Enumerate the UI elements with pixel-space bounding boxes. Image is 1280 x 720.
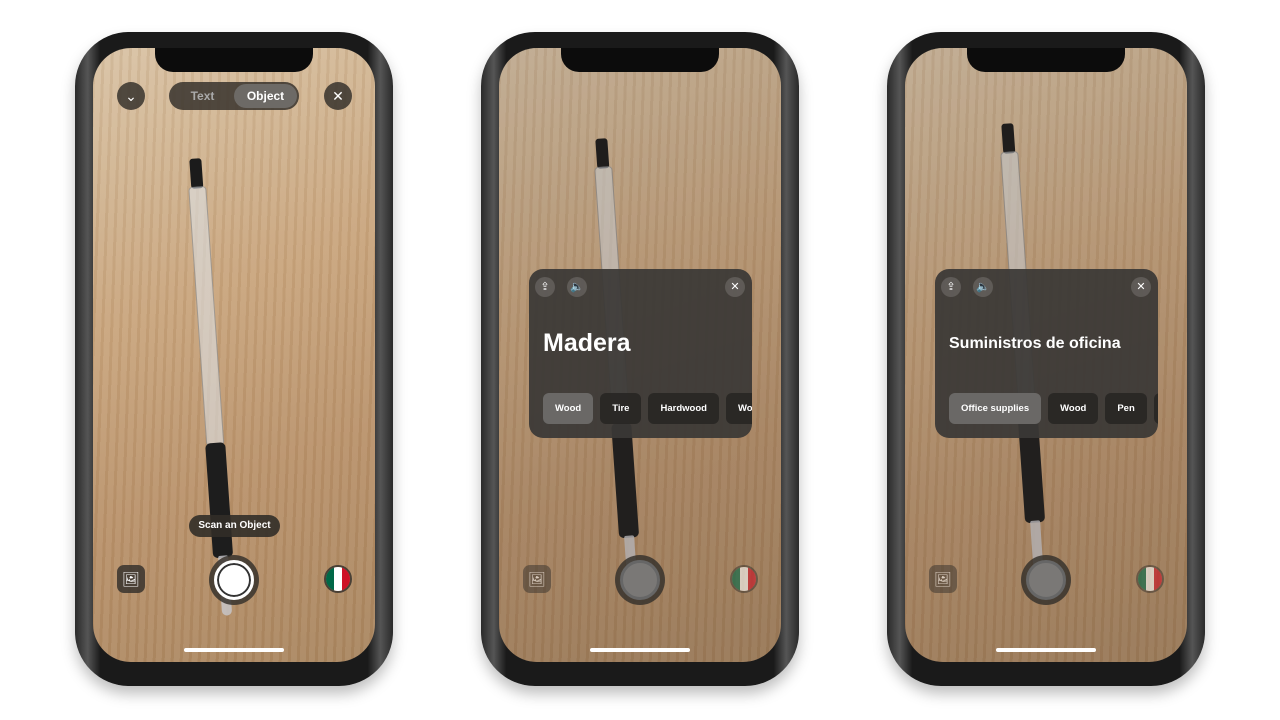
phone-1: ⌄ Text Object ✕ Scan an Object 🖼 <box>75 32 393 686</box>
mode-toggle[interactable]: Text Object <box>169 82 299 110</box>
notch <box>967 48 1125 72</box>
mexico-flag-icon[interactable] <box>1136 565 1164 593</box>
suggestion-chips: Office supplies Wood Pen <box>949 393 1158 424</box>
phone-3: ⇪ 🔈 ✕ Suministros de oficina Office supp… <box>887 32 1205 686</box>
close-icon[interactable]: ✕ <box>324 82 352 110</box>
speaker-icon[interactable]: 🔈 <box>973 277 993 297</box>
chevron-down-icon[interactable]: ⌄ <box>117 82 145 110</box>
home-indicator <box>184 648 284 652</box>
close-icon[interactable]: ✕ <box>1131 277 1151 297</box>
chip[interactable]: Office supplies <box>949 393 1042 424</box>
camera-screen: ⇪ 🔈 ✕ Madera Wood Tire Hardwood Woo 🖼 <box>499 48 781 662</box>
result-card: ⇪ 🔈 ✕ Madera Wood Tire Hardwood Woo <box>529 269 752 438</box>
share-icon[interactable]: ⇪ <box>535 277 555 297</box>
suggestion-chips: Wood Tire Hardwood Woo <box>543 393 752 424</box>
shutter-button[interactable] <box>209 555 259 605</box>
home-indicator <box>590 648 690 652</box>
gallery-icon[interactable]: 🖼 <box>523 565 551 593</box>
camera-screen: ⌄ Text Object ✕ Scan an Object 🖼 <box>93 48 375 662</box>
mode-text-tab[interactable]: Text <box>171 84 234 108</box>
chip[interactable]: Wood <box>1048 393 1099 424</box>
share-icon[interactable]: ⇪ <box>941 277 961 297</box>
chip[interactable]: Tire <box>600 393 642 424</box>
home-indicator <box>996 648 1096 652</box>
mexico-flag-icon[interactable] <box>324 565 352 593</box>
close-icon[interactable]: ✕ <box>725 277 745 297</box>
gallery-icon[interactable]: 🖼 <box>929 565 957 593</box>
scan-hint: Scan an Object <box>189 515 280 537</box>
chip[interactable]: Wood <box>543 393 594 424</box>
notch <box>561 48 719 72</box>
mexico-flag-icon[interactable] <box>730 565 758 593</box>
gallery-icon[interactable]: 🖼 <box>117 565 145 593</box>
result-title: Suministros de oficina <box>949 335 1121 352</box>
chip[interactable]: Pen <box>1105 393 1147 424</box>
phone-2: ⇪ 🔈 ✕ Madera Wood Tire Hardwood Woo 🖼 <box>481 32 799 686</box>
result-card: ⇪ 🔈 ✕ Suministros de oficina Office supp… <box>935 269 1158 438</box>
chip[interactable] <box>1153 393 1158 424</box>
result-title: Madera <box>543 329 631 357</box>
chip[interactable]: Woo <box>725 393 752 424</box>
camera-screen: ⇪ 🔈 ✕ Suministros de oficina Office supp… <box>905 48 1187 662</box>
speaker-icon[interactable]: 🔈 <box>567 277 587 297</box>
shutter-button[interactable] <box>1021 555 1071 605</box>
shutter-button[interactable] <box>615 555 665 605</box>
chip[interactable]: Hardwood <box>648 393 719 424</box>
notch <box>155 48 313 72</box>
mode-object-tab[interactable]: Object <box>234 84 297 108</box>
